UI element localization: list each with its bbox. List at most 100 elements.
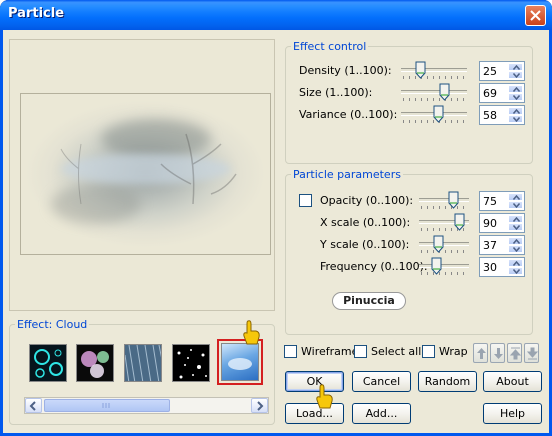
x-label: X scale (0..100): [320, 216, 411, 229]
size-slider[interactable] [401, 90, 467, 94]
pinuccia-logo: Pinuccia [332, 292, 406, 310]
spin-up-button[interactable] [508, 193, 523, 201]
effect-scrollbar[interactable] [24, 397, 269, 414]
opacity-spinbox[interactable]: 75 [479, 191, 525, 211]
frequency-spinbox[interactable]: 30 [479, 257, 525, 277]
arrow-up-icon [513, 87, 520, 92]
frequency-value[interactable]: 30 [483, 261, 497, 274]
preview-panel [9, 39, 275, 311]
particle-dialog: Particle Effect control Density (1..100)… [0, 0, 552, 436]
variance-label: Variance (0..100): [299, 108, 398, 121]
arrow-up-icon [477, 348, 486, 359]
spin-up-button[interactable] [508, 215, 523, 223]
arrow-right-icon [257, 401, 264, 411]
pointing-hand-icon [243, 320, 260, 345]
x-slider-thumb[interactable] [454, 213, 465, 231]
density-slider[interactable] [401, 68, 467, 72]
spin-down-button[interactable] [508, 71, 523, 79]
frequency-slider[interactable] [419, 264, 469, 268]
add-button[interactable]: Add... [352, 403, 411, 424]
scroll-right-button[interactable] [251, 398, 268, 413]
spin-down-button[interactable] [508, 245, 523, 253]
effect-legend: Effect: Cloud [17, 318, 88, 331]
arrow-left-icon [29, 401, 36, 411]
slider-thumb-icon [448, 191, 459, 209]
spin-down-button[interactable] [508, 267, 523, 275]
arrow-down-icon [513, 247, 520, 252]
arrow-up-icon [513, 239, 520, 244]
cancel-button[interactable]: Cancel [352, 371, 411, 392]
wireframe-label: Wireframe [301, 345, 359, 358]
density-label: Density (1..100): [299, 64, 392, 77]
size-spinbox[interactable]: 69 [479, 83, 525, 103]
move-up-button[interactable] [473, 343, 488, 363]
title-bar[interactable]: Particle [0, 0, 552, 30]
opacity-checkbox[interactable] [299, 194, 312, 207]
wrap-label: Wrap [439, 345, 468, 358]
random-button[interactable]: Random [418, 371, 477, 392]
close-button[interactable] [525, 5, 546, 26]
spin-up-button[interactable] [508, 85, 523, 93]
variance-slider-thumb[interactable] [433, 105, 444, 123]
arrow-up-icon [513, 109, 520, 114]
slider-thumb-icon [433, 235, 444, 253]
variance-spinbox[interactable]: 58 [479, 105, 525, 125]
effect-thumb-glow[interactable] [76, 344, 114, 382]
y-label: Y scale (0..100): [320, 238, 410, 251]
move-top-button[interactable] [507, 343, 522, 363]
spin-up-button[interactable] [508, 237, 523, 245]
y-spinbox[interactable]: 37 [479, 235, 525, 255]
wireframe-checkbox[interactable] [284, 345, 297, 358]
size-slider-ticks [403, 98, 465, 101]
density-slider-ticks [403, 76, 465, 79]
frequency-slider-ticks [421, 272, 467, 275]
select-all-label: Select all [371, 345, 422, 358]
y-slider[interactable] [419, 242, 469, 246]
arrow-down-icon [513, 117, 520, 122]
spin-down-button[interactable] [508, 93, 523, 101]
spin-up-button[interactable] [508, 63, 523, 71]
effect-thumb-cloud[interactable] [221, 343, 259, 381]
density-value[interactable]: 25 [483, 65, 497, 78]
opacity-slider-ticks [421, 206, 467, 209]
effect-thumb-rain[interactable] [124, 344, 162, 382]
slider-thumb-icon [431, 257, 442, 275]
spin-up-button[interactable] [508, 107, 523, 115]
scroll-thumb[interactable] [44, 399, 170, 412]
opacity-slider-thumb[interactable] [448, 191, 459, 209]
effect-thumb-stars[interactable] [172, 344, 210, 382]
spin-down-button[interactable] [508, 223, 523, 231]
scroll-left-button[interactable] [25, 398, 42, 413]
slider-thumb-icon [415, 61, 426, 79]
size-slider-thumb[interactable] [439, 83, 450, 101]
size-value[interactable]: 69 [483, 87, 497, 100]
frequency-slider-thumb[interactable] [431, 257, 442, 275]
select-all-checkbox[interactable] [354, 345, 367, 358]
y-value[interactable]: 37 [483, 239, 497, 252]
variance-value[interactable]: 58 [483, 109, 497, 122]
about-button[interactable]: About [483, 371, 542, 392]
move-down-button[interactable] [490, 343, 505, 363]
density-spinbox[interactable]: 25 [479, 61, 525, 81]
wrap-checkbox[interactable] [422, 345, 435, 358]
arrow-up-icon [513, 217, 520, 222]
spin-up-button[interactable] [508, 259, 523, 267]
arrow-up-icon [513, 65, 520, 70]
effect-thumb-bubbles[interactable] [29, 344, 67, 382]
arrow-down-icon [513, 269, 520, 274]
x-spinbox[interactable]: 90 [479, 213, 525, 233]
spin-down-button[interactable] [508, 115, 523, 123]
density-slider-thumb[interactable] [415, 61, 426, 79]
x-value[interactable]: 90 [483, 217, 497, 230]
slider-thumb-icon [433, 105, 444, 123]
preview-image [20, 93, 271, 255]
spin-down-button[interactable] [508, 201, 523, 209]
help-button[interactable]: Help [483, 403, 542, 424]
arrow-up-icon [513, 195, 520, 200]
y-slider-thumb[interactable] [433, 235, 444, 253]
dialog-body: Effect control Density (1..100): 25 Size (… [3, 30, 549, 433]
opacity-value[interactable]: 75 [483, 195, 497, 208]
move-bottom-button[interactable] [524, 343, 539, 363]
size-label: Size (1..100): [299, 86, 373, 99]
opacity-slider[interactable] [419, 198, 469, 202]
